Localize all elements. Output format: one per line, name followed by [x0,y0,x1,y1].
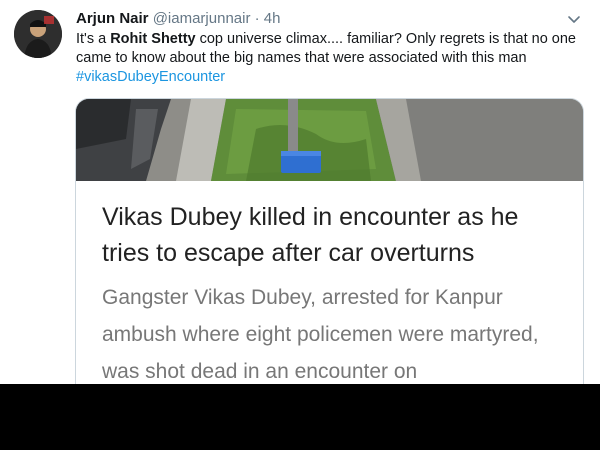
separator: · [254,10,260,27]
bottom-black-area [0,384,600,450]
tweet: Arjun Nair @iamarjunnair · 4h It's a Roh… [0,0,600,384]
display-name[interactable]: Arjun Nair [76,10,149,27]
tweet-text-start: It's a [76,31,111,47]
hashtag-link[interactable]: #vikasDubeyEncounter [76,69,225,85]
tweet-text: It's a Rohit Shetty cop universe climax.… [76,30,576,87]
chevron-down-icon[interactable] [566,12,582,28]
timestamp[interactable]: 4h [264,10,281,27]
link-card[interactable]: Vikas Dubey killed in encounter as he tr… [75,98,584,384]
card-description: Gangster Vikas Dubey, arrested for Kanpu… [102,286,539,383]
card-image [76,99,583,181]
user-handle[interactable]: @iamarjunnair [153,10,251,27]
card-title[interactable]: Vikas Dubey killed in encounter as he tr… [102,199,562,271]
tweet-text-bold: Rohit Shetty [110,31,196,47]
avatar[interactable] [14,10,62,58]
tweet-header: Arjun Nair @iamarjunnair · 4h [76,9,280,29]
